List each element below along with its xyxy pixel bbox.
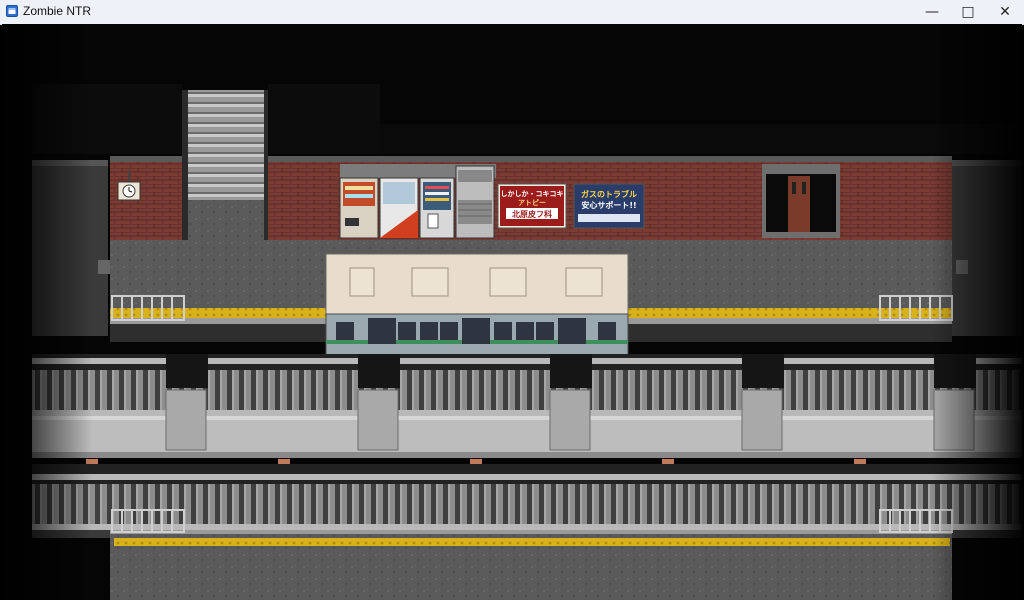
poster-left-line2: アトピー (518, 198, 546, 207)
window-title: Zombie NTR (23, 4, 92, 18)
ceiling-panel-mid (268, 84, 380, 154)
poster-right-line2: 安心サポート!! (581, 200, 636, 210)
game-window: Zombie NTR — □ ✕ しかしか・コキコキ アトピー 北原皮フ科 ガス… (0, 0, 1024, 600)
stairs-up (188, 90, 264, 200)
poster-left: しかしか・コキコキ アトピー 北原皮フ科 (497, 183, 567, 229)
title-bar[interactable]: Zombie NTR — □ ✕ (0, 0, 1024, 25)
rail-2a (32, 474, 1022, 480)
doorway (762, 164, 840, 238)
poster-right-line1: ガスのトラブル (581, 189, 637, 199)
vignette-left (2, 24, 92, 600)
station-scene: しかしか・コキコキ アトピー 北原皮フ科 ガスのトラブル 安心サポート!! (2, 24, 1022, 600)
minimize-button[interactable]: — (914, 0, 950, 24)
poster-right: ガスのトラブル 安心サポート!! (573, 183, 645, 229)
vending-machines (339, 164, 496, 239)
track-ties-2 (32, 484, 1022, 524)
train-car (325, 253, 629, 368)
yellow-line-back-right (628, 308, 952, 318)
rail-2b (32, 524, 1022, 530)
app-icon (6, 5, 18, 17)
game-canvas[interactable]: しかしか・コキコキ アトピー 北原皮フ科 ガスのトラブル 安心サポート!! (2, 24, 1022, 600)
maximize-button[interactable]: □ (950, 0, 986, 24)
brick-wall-left (110, 162, 188, 240)
yellow-line-front (114, 538, 950, 546)
close-button[interactable]: ✕ (987, 0, 1023, 24)
vignette-right (932, 24, 1022, 600)
poster-left-line3: 北原皮フ科 (512, 209, 552, 219)
poster-left-line1: しかしか・コキコキ (501, 190, 564, 198)
wall-outlet-left (98, 260, 110, 274)
